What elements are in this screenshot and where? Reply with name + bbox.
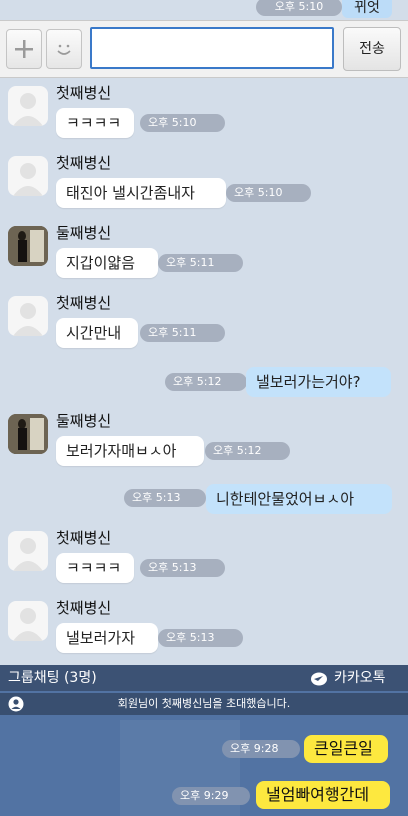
sender-name: 둘째병신 [56, 412, 112, 430]
message-time: 오후 9:28 [222, 740, 300, 758]
message-time: 오후 5:13 [140, 559, 225, 577]
message-time: 오후 5:11 [140, 324, 225, 342]
sender-name: 첫째병신 [56, 529, 112, 547]
message-bubble[interactable]: 지갑이얇음 [56, 248, 158, 278]
message-bubble[interactable]: ㅋㅋㅋㅋ [56, 108, 134, 138]
emoticon-button[interactable] [46, 29, 82, 69]
outgoing-message-bubble[interactable]: 낼보러가는거야? [246, 367, 391, 397]
sender-name: 첫째병신 [56, 599, 112, 617]
brand-name: 카카오톡 [334, 670, 386, 686]
chat-header: 그룹채팅 (3명) 카카오톡 [0, 665, 408, 691]
message-time: 오후 9:29 [172, 787, 250, 805]
message-bubble[interactable]: 시간만내 [56, 318, 138, 348]
system-notice: 회원님이 첫째병신님을 초대했습니다. [0, 693, 408, 715]
sender-name: 첫째병신 [56, 294, 112, 312]
plus-icon [15, 40, 33, 58]
message-time: 오후 5:10 [140, 114, 225, 132]
message-bubble[interactable]: ㅋㅋㅋㅋ [56, 553, 134, 583]
default-avatar-icon[interactable] [8, 531, 48, 571]
message-time: 오후 5:13 [158, 629, 243, 647]
sender-name: 첫째병신 [56, 84, 112, 102]
message-input-bar: 전송 [0, 20, 408, 78]
message-bubble[interactable]: 낼보러가자 [56, 623, 158, 653]
outgoing-message-bubble[interactable]: 니한테안물었어ㅂㅅ아 [206, 484, 392, 514]
outgoing-message-bubble[interactable]: 낼엄빠여행간데 [256, 781, 390, 809]
default-avatar-icon[interactable] [8, 86, 48, 126]
default-avatar-icon[interactable] [8, 156, 48, 196]
message-bubble[interactable]: 태진아 낼시간좀내자 [56, 178, 226, 208]
sender-name: 둘째병신 [56, 224, 112, 242]
message-time: 오후 5:12 [165, 373, 247, 391]
send-button[interactable]: 전송 [343, 27, 401, 71]
message-time: 오후 5:11 [158, 254, 243, 272]
add-attachment-button[interactable] [6, 29, 42, 69]
outgoing-message-bubble[interactable]: 큰일큰일 [304, 735, 388, 763]
message-bubble[interactable]: 보러가자매ㅂㅅ아 [56, 436, 204, 466]
message-time: 오후 5:10 [256, 0, 342, 16]
default-avatar-icon[interactable] [8, 601, 48, 641]
user-photo-avatar[interactable] [8, 414, 48, 454]
sender-name: 첫째병신 [56, 154, 112, 172]
message-input[interactable] [90, 27, 334, 69]
message-time: 오후 5:13 [124, 489, 206, 507]
message-time: 오후 5:10 [226, 184, 311, 202]
smiley-icon [57, 44, 71, 55]
message-time: 오후 5:12 [205, 442, 290, 460]
notice-text: 회원님이 첫째병신님을 초대했습니다. [117, 697, 291, 710]
outgoing-bubble-partial: 뀌엇 [342, 0, 392, 18]
default-avatar-icon[interactable] [8, 296, 48, 336]
chat-screen-top: 오후 5:10 뀌엇 전송 첫째병신 ㅋㅋㅋㅋ 오후 5:10 첫째병신 태진아… [0, 0, 408, 665]
chat-screen-bottom: 그룹채팅 (3명) 카카오톡 회원님이 첫째병신님을 초대했습니다. 오후 9:… [0, 665, 408, 816]
user-photo-avatar[interactable] [8, 226, 48, 266]
chat-title: 그룹채팅 (3명) [8, 670, 97, 686]
